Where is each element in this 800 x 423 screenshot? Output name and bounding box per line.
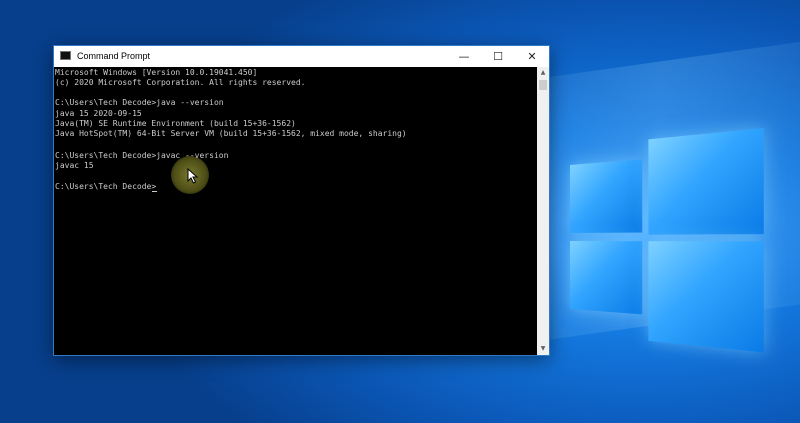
console-output[interactable]: Microsoft Windows [Version 10.0.19041.45… (54, 67, 537, 355)
scroll-up-button[interactable]: ▲ (537, 67, 549, 79)
maximize-button[interactable]: ☐ (481, 46, 515, 67)
console-line: C:\Users\Tech Decode>java --version (55, 98, 224, 108)
console-line: java 15 2020-09-15 (55, 109, 142, 119)
windows-logo-pane-top-right (648, 128, 763, 235)
windows-logo (570, 126, 764, 353)
minimize-button[interactable]: — (447, 46, 481, 67)
title-bar[interactable]: Command Prompt — ☐ ✕ (54, 46, 549, 67)
windows-logo-pane-bottom-right (648, 241, 763, 352)
console-prompt-line: C:\Users\Tech Decode> (55, 182, 156, 192)
text-cursor (152, 191, 157, 192)
console-line: javac 15 (55, 161, 94, 171)
cmd-icon (60, 51, 71, 60)
windows-logo-pane-bottom-left (570, 241, 642, 314)
console-line: C:\Users\Tech Decode>javac --version (55, 151, 228, 161)
scrollbar-thumb[interactable] (539, 80, 547, 90)
close-button[interactable]: ✕ (515, 46, 549, 67)
vertical-scrollbar[interactable]: ▲ ▼ (537, 67, 549, 355)
console-line: Java(TM) SE Runtime Environment (build 1… (55, 119, 296, 129)
command-prompt-window[interactable]: Command Prompt — ☐ ✕ Microsoft Windows [… (53, 45, 550, 356)
mouse-pointer-icon (187, 168, 199, 184)
windows-logo-pane-top-left (570, 159, 642, 233)
console-line: Java HotSpot(TM) 64-Bit Server VM (build… (55, 129, 407, 139)
window-title: Command Prompt (77, 50, 150, 62)
scroll-down-button[interactable]: ▼ (537, 343, 549, 355)
console-line: (c) 2020 Microsoft Corporation. All righ… (55, 78, 305, 88)
desktop: Command Prompt — ☐ ✕ Microsoft Windows [… (0, 0, 800, 423)
console-line: Microsoft Windows [Version 10.0.19041.45… (55, 68, 257, 78)
